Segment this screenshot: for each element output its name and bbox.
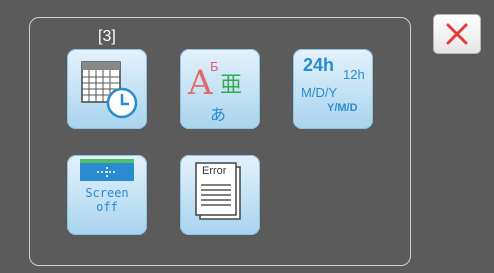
date-time-settings-button[interactable] — [67, 49, 147, 129]
format-12h-label: 12h — [343, 67, 365, 82]
calendar-clock-icon — [81, 61, 138, 119]
language-settings-button[interactable]: A Б 亜 あ — [180, 49, 260, 129]
format-ymd-label: Y/M/D — [327, 102, 358, 114]
error-label: Error — [202, 165, 227, 177]
cyrillic-glyph: Б — [210, 59, 219, 74]
cjk-glyph: 亜 — [220, 72, 243, 97]
screen-off-line2: off — [96, 200, 118, 214]
time-date-format-button[interactable]: 24h 12h M/D/Y Y/M/D — [293, 49, 373, 129]
page-indicator: [3] — [98, 28, 116, 45]
error-log-button[interactable]: Error — [180, 155, 260, 235]
close-button[interactable] — [433, 14, 481, 54]
kana-glyph: あ — [210, 107, 227, 124]
format-24h-label: 24h — [303, 55, 335, 75]
latin-glyph: A — [188, 63, 213, 103]
screen-off-button[interactable]: Screen off — [67, 155, 147, 235]
format-mdy-label: M/D/Y — [301, 85, 338, 100]
screen-off-line1: Screen — [85, 186, 129, 200]
close-icon — [446, 23, 468, 45]
